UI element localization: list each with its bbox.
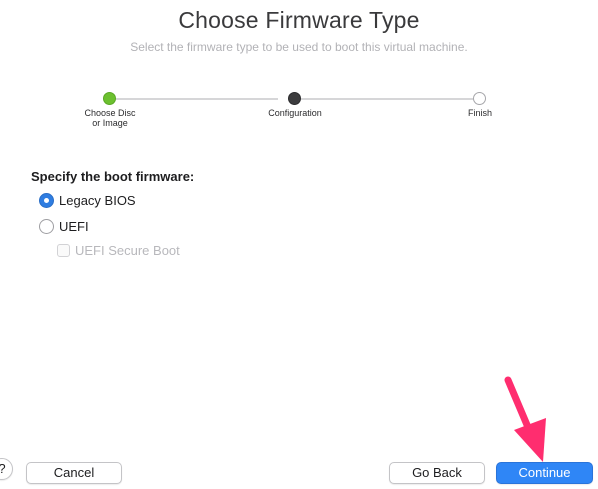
step-connector [116,98,278,100]
radio-legacy-bios[interactable]: Legacy BIOS [39,193,136,208]
step-label-finish: Finish [450,108,510,118]
step-dot-current [288,92,301,105]
step-label-line: Choose Disc [84,108,136,118]
checkbox-label: UEFI Secure Boot [75,243,180,258]
go-back-button[interactable]: Go Back [389,462,485,484]
step-dot-done [103,92,116,105]
cancel-button[interactable]: Cancel [26,462,122,484]
radio-button-unselected[interactable] [39,219,54,234]
step-label-line: or Image [92,118,128,128]
page-title: Choose Firmware Type [178,7,420,33]
radio-uefi[interactable]: UEFI [39,219,89,234]
step-label-line: Finish [467,108,492,118]
step-dot-future [473,92,486,105]
checkbox-uefi-secure-boot: UEFI Secure Boot [57,243,180,258]
page-subtitle: Select the firmware type to be used to b… [130,40,468,54]
step-connector [301,98,473,100]
radio-label: UEFI [59,219,89,234]
help-button[interactable]: ? [0,458,13,480]
step-label-choose-disc: Choose Disc or Image [70,108,150,128]
radio-label: Legacy BIOS [59,193,136,208]
step-label-line: Configuration [268,108,322,118]
annotation-arrow-icon [504,376,546,462]
boot-firmware-label: Specify the boot firmware: [31,169,195,184]
radio-button-selected[interactable] [39,193,54,208]
checkbox-disabled [57,244,70,257]
continue-button[interactable]: Continue [496,462,593,484]
step-label-configuration: Configuration [250,108,340,118]
